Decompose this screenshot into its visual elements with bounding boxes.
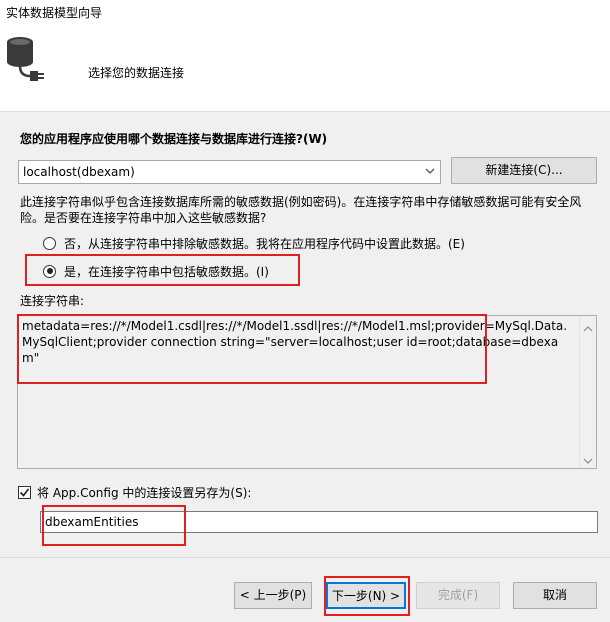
window-title: 实体数据模型向导 <box>0 0 610 24</box>
radio-exclude-button[interactable] <box>43 236 56 250</box>
radio-exclude-sensitive[interactable]: 否，从连接字符串中排除敏感数据。我将在应用程序代码中设置此数据。(E) <box>43 234 465 252</box>
database-plug-icon <box>4 32 50 88</box>
checkmark-icon <box>19 488 30 497</box>
radio-include-button[interactable] <box>43 264 56 278</box>
connection-string-scrollbar[interactable] <box>579 316 596 468</box>
finish-button[interactable]: 完成(F) <box>416 582 500 609</box>
radio-include-label: 是，在连接字符串中包括敏感数据。(I) <box>64 264 269 279</box>
cancel-button[interactable]: 取消 <box>513 582 597 609</box>
connection-dropdown-value: localhost(dbexam) <box>23 165 135 179</box>
save-config-label: 将 App.Config 中的连接设置另存为(S): <box>37 486 252 500</box>
scroll-down-icon[interactable] <box>583 454 593 464</box>
entity-name-value: dbexamEntities <box>45 515 139 529</box>
previous-button[interactable]: < 上一步(P) <box>234 582 312 609</box>
new-connection-button[interactable]: 新建连接(C)... <box>451 157 597 184</box>
scroll-up-icon[interactable] <box>583 322 593 332</box>
save-config-row[interactable]: 将 App.Config 中的连接设置另存为(S): <box>18 484 251 501</box>
connection-string-text: metadata=res://*/Model1.csdl|res://*/Mod… <box>22 319 568 365</box>
next-button[interactable]: 下一步(N) > <box>326 582 406 609</box>
chevron-down-icon <box>424 164 436 178</box>
sensitive-data-warning: 此连接字符串似乎包含连接数据库所需的敏感数据(例如密码)。在连接字符串中存储敏感… <box>20 195 582 225</box>
connection-question-label: 您的应用程序应使用哪个数据连接与数据库进行连接?(W) <box>20 132 328 146</box>
wizard-header: 选择您的数据连接 <box>0 24 610 112</box>
page-title: 选择您的数据连接 <box>88 66 185 80</box>
radio-include-sensitive[interactable]: 是，在连接字符串中包括敏感数据。(I) <box>43 262 269 280</box>
connection-dropdown[interactable]: localhost(dbexam) <box>18 160 441 184</box>
footer-divider <box>0 557 610 558</box>
entity-name-input[interactable]: dbexamEntities <box>40 511 598 533</box>
connection-string-box[interactable]: metadata=res://*/Model1.csdl|res://*/Mod… <box>17 315 597 469</box>
save-config-checkbox[interactable] <box>18 486 31 499</box>
connection-string-label: 连接字符串: <box>20 294 85 308</box>
radio-exclude-label: 否，从连接字符串中排除敏感数据。我将在应用程序代码中设置此数据。(E) <box>64 236 465 251</box>
